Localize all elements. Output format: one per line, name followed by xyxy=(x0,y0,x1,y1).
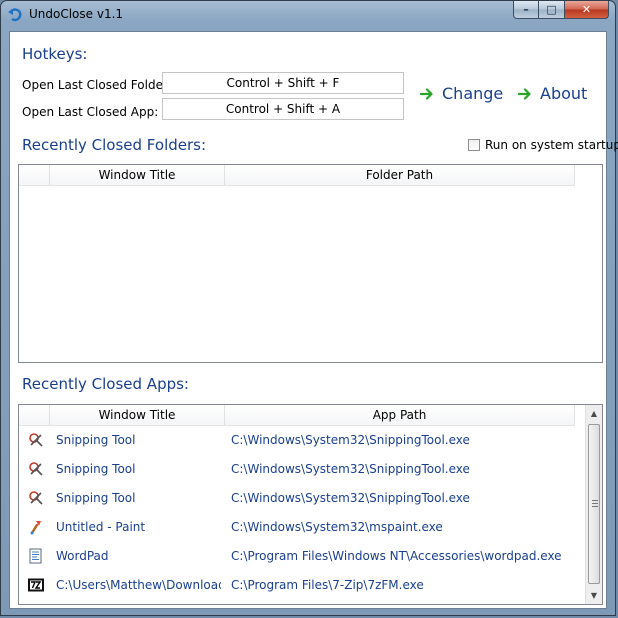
folder-hotkey-field[interactable]: Control + Shift + F xyxy=(162,72,404,94)
app-window: UndoClose v1.1 – □ ✕ Hotkeys: Open Last … xyxy=(0,0,618,616)
app-hotkey-label: Open Last Closed App: xyxy=(22,105,159,119)
row-path: C:\Windows\System32\SnippingTool.exe xyxy=(231,433,470,447)
window-title: UndoClose v1.1 xyxy=(29,7,124,21)
apps-column-title[interactable]: Window Title xyxy=(50,405,225,425)
hotkeys-heading: Hotkeys: xyxy=(22,45,88,63)
snipping-tool-icon xyxy=(29,491,43,505)
apps-column-path[interactable]: App Path xyxy=(225,405,575,425)
row-path: C:\Windows\System32\SnippingTool.exe xyxy=(231,491,470,505)
folder-hotkey-label: Open Last Closed Folder: xyxy=(22,78,172,92)
maximize-button[interactable]: □ xyxy=(539,1,565,19)
folders-column-title[interactable]: Window Title xyxy=(50,165,225,185)
app-hotkey-field[interactable]: Control + Shift + A xyxy=(162,98,404,120)
grip-line xyxy=(592,503,598,504)
folders-header: Window Title Folder Path xyxy=(19,165,575,186)
title-bar[interactable]: UndoClose v1.1 – □ ✕ xyxy=(1,1,615,31)
row-path: C:\Program Files\Windows NT\Accessories\… xyxy=(231,549,562,563)
scrollbar-thumb[interactable] xyxy=(588,424,600,584)
startup-label: Run on system startup xyxy=(485,138,618,152)
apps-header: Window Title App Path xyxy=(19,405,575,426)
folders-heading: Recently Closed Folders: xyxy=(22,136,207,154)
about-button[interactable]: About xyxy=(518,84,587,103)
folders-column-path[interactable]: Folder Path xyxy=(225,165,575,185)
apps-listview[interactable]: Window Title App Path Snipping Tool C:\W… xyxy=(18,404,603,605)
row-path: C:\Program Files\7-Zip\7zFM.exe xyxy=(231,578,424,592)
grip-line xyxy=(592,506,598,507)
startup-checkbox[interactable] xyxy=(468,139,480,151)
apps-heading: Recently Closed Apps: xyxy=(22,375,189,393)
client-area: Hotkeys: Open Last Closed Folder: Contro… xyxy=(9,31,618,609)
row-path: C:\Windows\System32\SnippingTool.exe xyxy=(231,462,470,476)
change-label: Change xyxy=(442,84,504,103)
apps-scrollbar[interactable]: ▲ ▼ xyxy=(585,405,602,604)
row-title: Untitled - Paint xyxy=(56,520,146,534)
undo-arrow-icon xyxy=(8,8,22,22)
window-controls: – □ ✕ xyxy=(513,1,609,19)
snipping-tool-icon xyxy=(29,462,43,476)
scroll-down-arrow-icon[interactable]: ▼ xyxy=(586,587,602,604)
wordpad-icon xyxy=(29,548,42,564)
change-button[interactable]: Change xyxy=(420,84,503,103)
row-path: C:\Windows\System32\mspaint.exe xyxy=(231,520,443,534)
row-title: WordPad xyxy=(56,549,109,563)
7zip-icon xyxy=(28,578,44,592)
minimize-button[interactable]: – xyxy=(513,1,539,19)
about-label: About xyxy=(540,84,588,103)
snipping-tool-icon xyxy=(29,433,43,447)
green-arrow-right-icon xyxy=(420,87,433,100)
apps-icon-column[interactable] xyxy=(19,405,50,425)
paint-icon xyxy=(30,521,41,535)
close-button[interactable]: ✕ xyxy=(565,1,609,19)
grip-line xyxy=(592,500,598,501)
folders-listview[interactable]: Window Title Folder Path xyxy=(18,164,603,363)
row-title: C:\Users\Matthew\Downloads\ xyxy=(56,578,221,592)
row-title: Snipping Tool xyxy=(56,491,136,505)
scroll-up-arrow-icon[interactable]: ▲ xyxy=(586,405,602,422)
green-arrow-right-icon xyxy=(518,87,531,100)
startup-checkbox-row[interactable]: Run on system startup xyxy=(468,138,618,152)
row-title: Snipping Tool xyxy=(56,433,136,447)
folders-icon-column[interactable] xyxy=(19,165,50,185)
row-title: Snipping Tool xyxy=(56,462,136,476)
